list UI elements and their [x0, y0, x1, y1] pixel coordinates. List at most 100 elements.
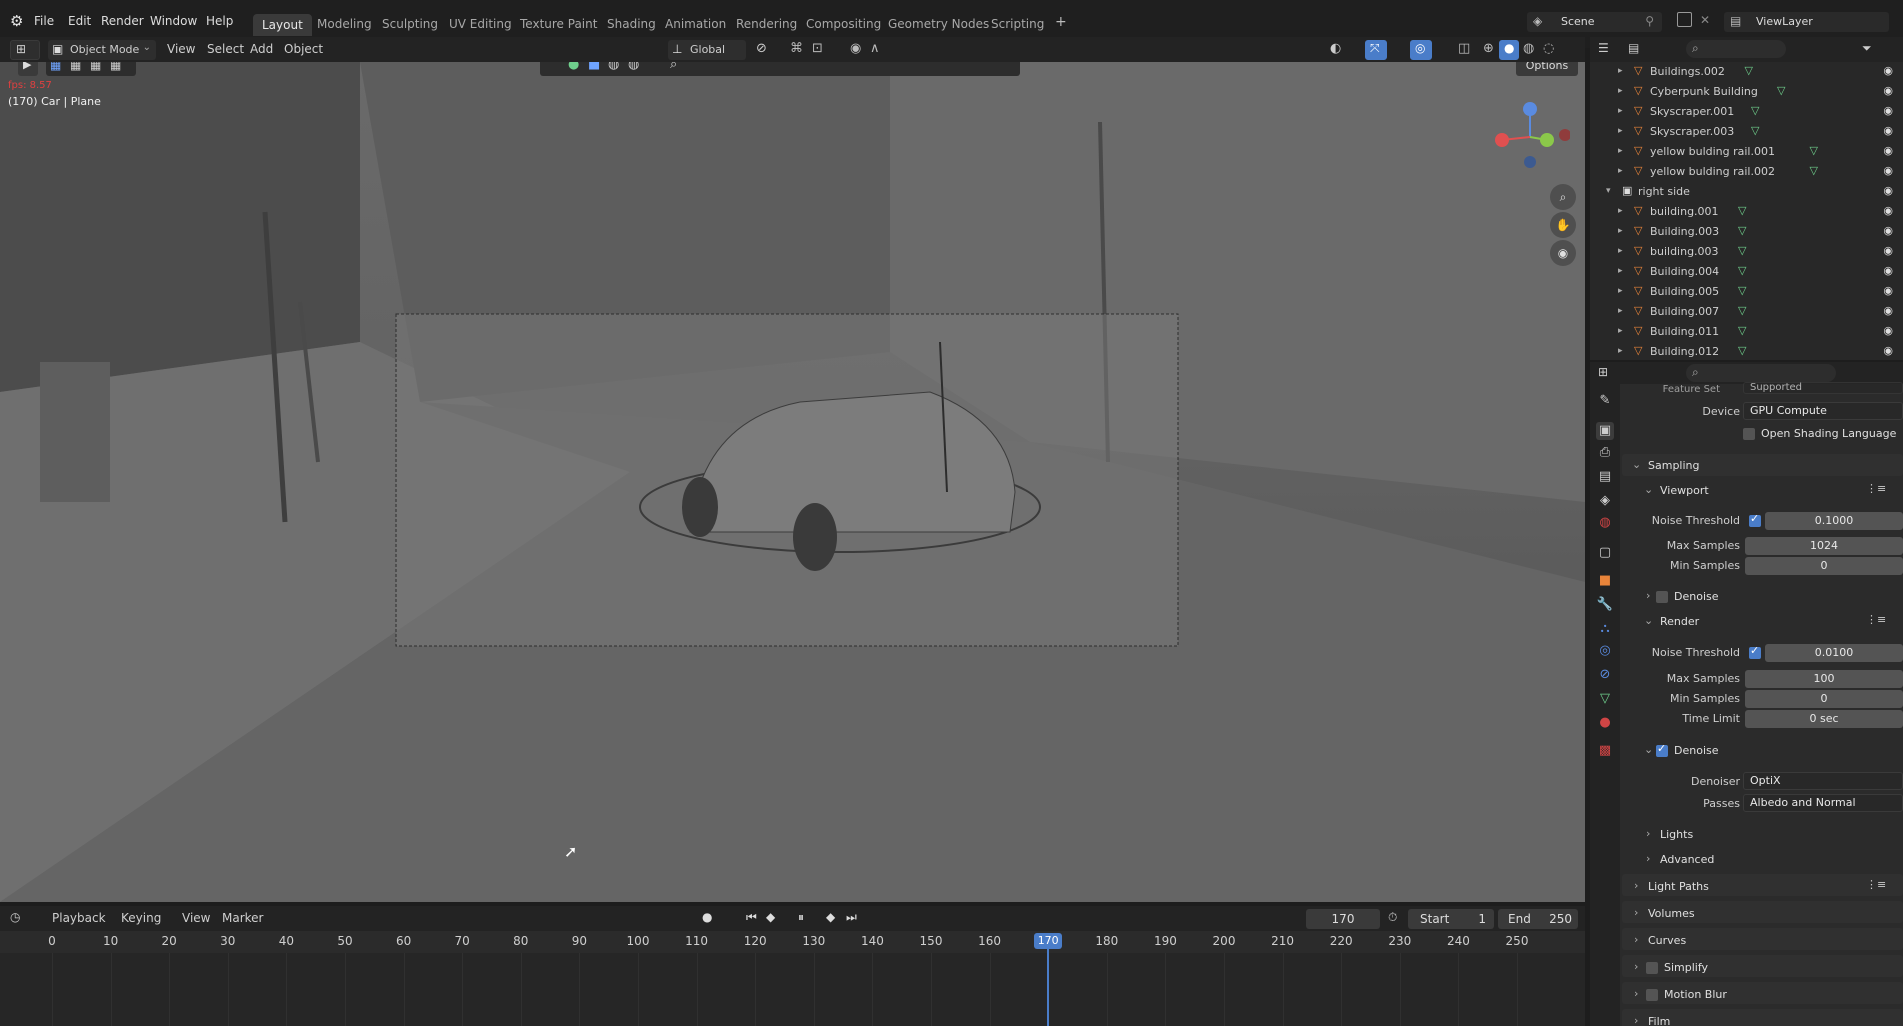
render-chevron-icon[interactable]: ⌄ — [1644, 614, 1653, 627]
outliner-item[interactable]: ▸ ▽ Building.007 ▽ ◉ — [1590, 302, 1903, 322]
device-dropdown[interactable]: GPU Compute — [1743, 402, 1903, 420]
outliner-collection[interactable]: ▾ ▣ right side ◉ — [1590, 182, 1903, 202]
select-subtract-icon[interactable]: ▦ — [90, 62, 101, 72]
sphere-icon[interactable]: ◍ — [608, 62, 619, 72]
outliner-item[interactable]: ▸ ▽ Skyscraper.003 ▽ ◉ — [1590, 122, 1903, 142]
vp-denoise-checkbox[interactable] — [1656, 591, 1668, 603]
time-limit-field[interactable]: 0 sec — [1745, 710, 1903, 728]
vp-noise-threshold-field[interactable]: 0.1000 — [1765, 512, 1903, 530]
filter-icon[interactable]: ⏷ — [1862, 41, 1872, 56]
select-new-icon[interactable]: ▦ — [50, 62, 61, 72]
expand-right-icon[interactable]: ▸ — [1618, 266, 1623, 276]
mesh-data-icon[interactable]: ▽ — [1738, 344, 1746, 357]
solid-shading-icon[interactable]: ● — [1499, 40, 1519, 60]
pivot-icon[interactable]: ⊘ — [756, 41, 767, 56]
outliner-item[interactable]: ▸ ▽ yellow bulding rail.001 ▽ ◉ — [1590, 142, 1903, 162]
tab-scripting[interactable]: Scripting — [991, 17, 1044, 31]
visibility-eye-icon[interactable]: ◉ — [1883, 304, 1893, 317]
volumes-section[interactable]: Volumes — [1648, 907, 1695, 920]
tool-select-icon[interactable]: ▶ — [18, 62, 38, 76]
simplify-chevron-icon[interactable]: › — [1634, 960, 1638, 973]
mesh-data-icon[interactable]: ▽ — [1738, 204, 1746, 217]
outliner-item[interactable]: ▸ ▽ Building.012 ▽ ◉ — [1590, 342, 1903, 360]
advanced-chevron-icon[interactable]: › — [1646, 852, 1650, 865]
film-section[interactable]: Film — [1648, 1015, 1670, 1026]
properties-editor-icon[interactable]: ⊞ — [1598, 365, 1608, 379]
r-denoise-checkbox[interactable] — [1656, 742, 1668, 757]
expand-right-icon[interactable]: ▸ — [1618, 146, 1623, 156]
color-icon[interactable]: ● — [568, 62, 579, 72]
3d-viewport[interactable]: fps: 8.57 (170) Car | Plane ▶ ▦ ▦ ▦ ▦ ● … — [0, 62, 1585, 902]
pin-icon[interactable]: ⚲ — [1645, 14, 1654, 28]
select-invert-icon[interactable]: ▦ — [110, 62, 121, 72]
visibility-eye-icon[interactable]: ◉ — [1883, 64, 1893, 77]
current-frame-field[interactable]: 170 — [1306, 909, 1380, 929]
tab-uv-editing[interactable]: UV Editing — [449, 17, 512, 31]
viewport-filter-bar[interactable]: ● ■ ◍ ◍ ⌕ — [540, 62, 1020, 76]
outliner-item[interactable]: ▸ ▽ building.001 ▽ ◉ — [1590, 202, 1903, 222]
tab-layout[interactable]: Layout — [253, 14, 312, 36]
visibility-icon[interactable]: ◐ — [1330, 41, 1341, 56]
physics-tab-icon[interactable]: ◎ — [1596, 642, 1614, 660]
visibility-eye-icon[interactable]: ◉ — [1883, 264, 1893, 277]
vp-min-samples-field[interactable]: 0 — [1745, 557, 1903, 575]
stopwatch-icon[interactable]: ⏱ — [1388, 910, 1397, 925]
mesh-data-icon[interactable]: ▽ — [1810, 144, 1818, 157]
menu-file[interactable]: File — [34, 14, 54, 28]
solid-icon[interactable]: ■ — [588, 62, 600, 72]
mesh-data-icon[interactable]: ▽ — [1738, 284, 1746, 297]
navigation-gizmo[interactable] — [1490, 97, 1570, 177]
r-noise-threshold-field[interactable]: 0.0100 — [1765, 644, 1903, 662]
menu-edit[interactable]: Edit — [68, 14, 91, 28]
expand-right-icon[interactable]: ▸ — [1618, 106, 1623, 116]
light-paths-section[interactable]: Light Paths — [1648, 880, 1709, 893]
visibility-eye-icon[interactable]: ◉ — [1883, 104, 1893, 117]
vp-noise-threshold-checkbox[interactable] — [1749, 512, 1761, 527]
expand-right-icon[interactable]: ▸ — [1618, 306, 1623, 316]
outliner-item[interactable]: ▸ ▽ building.003 ▽ ◉ — [1590, 242, 1903, 262]
outliner-item[interactable]: ▸ ▽ Buildings.002 ▽ ◉ — [1590, 62, 1903, 82]
visibility-eye-icon[interactable]: ◉ — [1883, 284, 1893, 297]
tab-modeling[interactable]: Modeling — [317, 17, 372, 31]
outliner-search-input[interactable]: ⌕ — [1686, 40, 1786, 58]
visibility-eye-icon[interactable]: ◉ — [1883, 164, 1893, 177]
xray-icon[interactable]: ◫ — [1458, 41, 1470, 56]
denoise-chevron-icon[interactable]: ⌄ — [1644, 743, 1653, 756]
jump-start-icon[interactable]: ⏮ — [746, 910, 757, 925]
mesh-data-icon[interactable]: ▽ — [1738, 244, 1746, 257]
feature-set-dropdown[interactable]: Supported — [1743, 382, 1903, 394]
jump-end-icon[interactable]: ⏭ — [846, 910, 857, 925]
expand-right-icon[interactable]: ▸ — [1618, 246, 1623, 256]
playhead-frame-badge[interactable]: 170 — [1034, 933, 1063, 949]
render-subsection[interactable]: Render — [1660, 615, 1699, 628]
tab-shading[interactable]: Shading — [607, 17, 656, 31]
outliner-item[interactable]: ▸ ▽ yellow bulding rail.002 ▽ ◉ — [1590, 162, 1903, 182]
viewlayer-selector[interactable]: ▤ ViewLayer — [1724, 12, 1889, 32]
properties-search-input[interactable]: ⌕ — [1686, 364, 1836, 382]
mesh-data-icon[interactable]: ▽ — [1810, 164, 1818, 177]
timeline-menu-keying[interactable]: Keying — [121, 911, 161, 925]
visibility-eye-icon[interactable]: ◉ — [1883, 324, 1893, 337]
list-icon[interactable]: ⋮≡ — [1866, 613, 1886, 626]
object-tab-icon[interactable]: ■ — [1596, 572, 1614, 590]
curves-section[interactable]: Curves — [1648, 934, 1686, 947]
blender-logo-icon[interactable]: ⚙ — [10, 12, 23, 30]
modifier-tab-icon[interactable]: 🔧 — [1596, 596, 1614, 614]
zoom-icon[interactable]: ⌕ — [1550, 184, 1576, 210]
mesh-data-icon[interactable]: ▽ — [1777, 84, 1785, 97]
end-frame-field[interactable]: End 250 — [1498, 909, 1578, 929]
mesh-data-icon[interactable]: ▽ — [1751, 104, 1759, 117]
light-paths-chevron-icon[interactable]: › — [1634, 879, 1638, 892]
list-icon[interactable]: ⋮≡ — [1866, 482, 1886, 495]
camera-view-icon[interactable]: ◉ — [1550, 240, 1576, 266]
timeline-ruler[interactable]: 0 10 20 30 40 50 60 70 80 90 100 110 120 130 140 150 160… — [0, 931, 1585, 953]
lights-chevron-icon[interactable]: › — [1646, 827, 1650, 840]
timeline-menu-marker[interactable]: Marker — [222, 911, 263, 925]
expand-right-icon[interactable]: ▸ — [1618, 286, 1623, 296]
mesh-data-icon[interactable]: ▽ — [1751, 124, 1759, 137]
denoiser-dropdown[interactable]: OptiX — [1743, 772, 1903, 790]
outliner-item[interactable]: ▸ ▽ Skyscraper.001 ▽ ◉ — [1590, 102, 1903, 122]
r-noise-threshold-checkbox[interactable] — [1749, 644, 1761, 659]
mesh-data-icon[interactable]: ▽ — [1738, 224, 1746, 237]
select-extend-icon[interactable]: ▦ — [70, 62, 81, 72]
